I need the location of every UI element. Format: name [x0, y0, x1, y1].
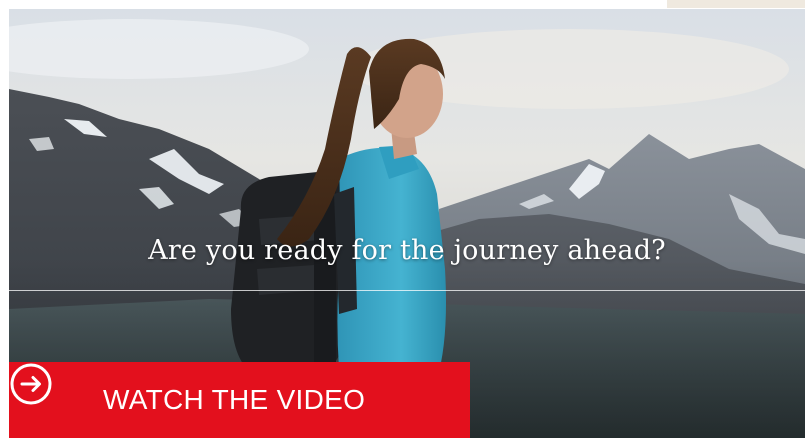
hero-divider — [9, 290, 805, 291]
watch-video-button[interactable]: WATCH THE VIDEO — [9, 362, 470, 438]
arrow-right-circle-icon — [10, 363, 73, 422]
top-strip-accent — [667, 0, 805, 8]
hero-headline: Are you ready for the journey ahead? — [148, 235, 666, 266]
page: Are you ready for the journey ahead? WAT… — [0, 0, 805, 438]
watch-video-label: WATCH THE VIDEO — [103, 384, 366, 415]
left-strip — [0, 0, 9, 438]
hero-banner[interactable]: Are you ready for the journey ahead? WAT… — [9, 9, 805, 438]
